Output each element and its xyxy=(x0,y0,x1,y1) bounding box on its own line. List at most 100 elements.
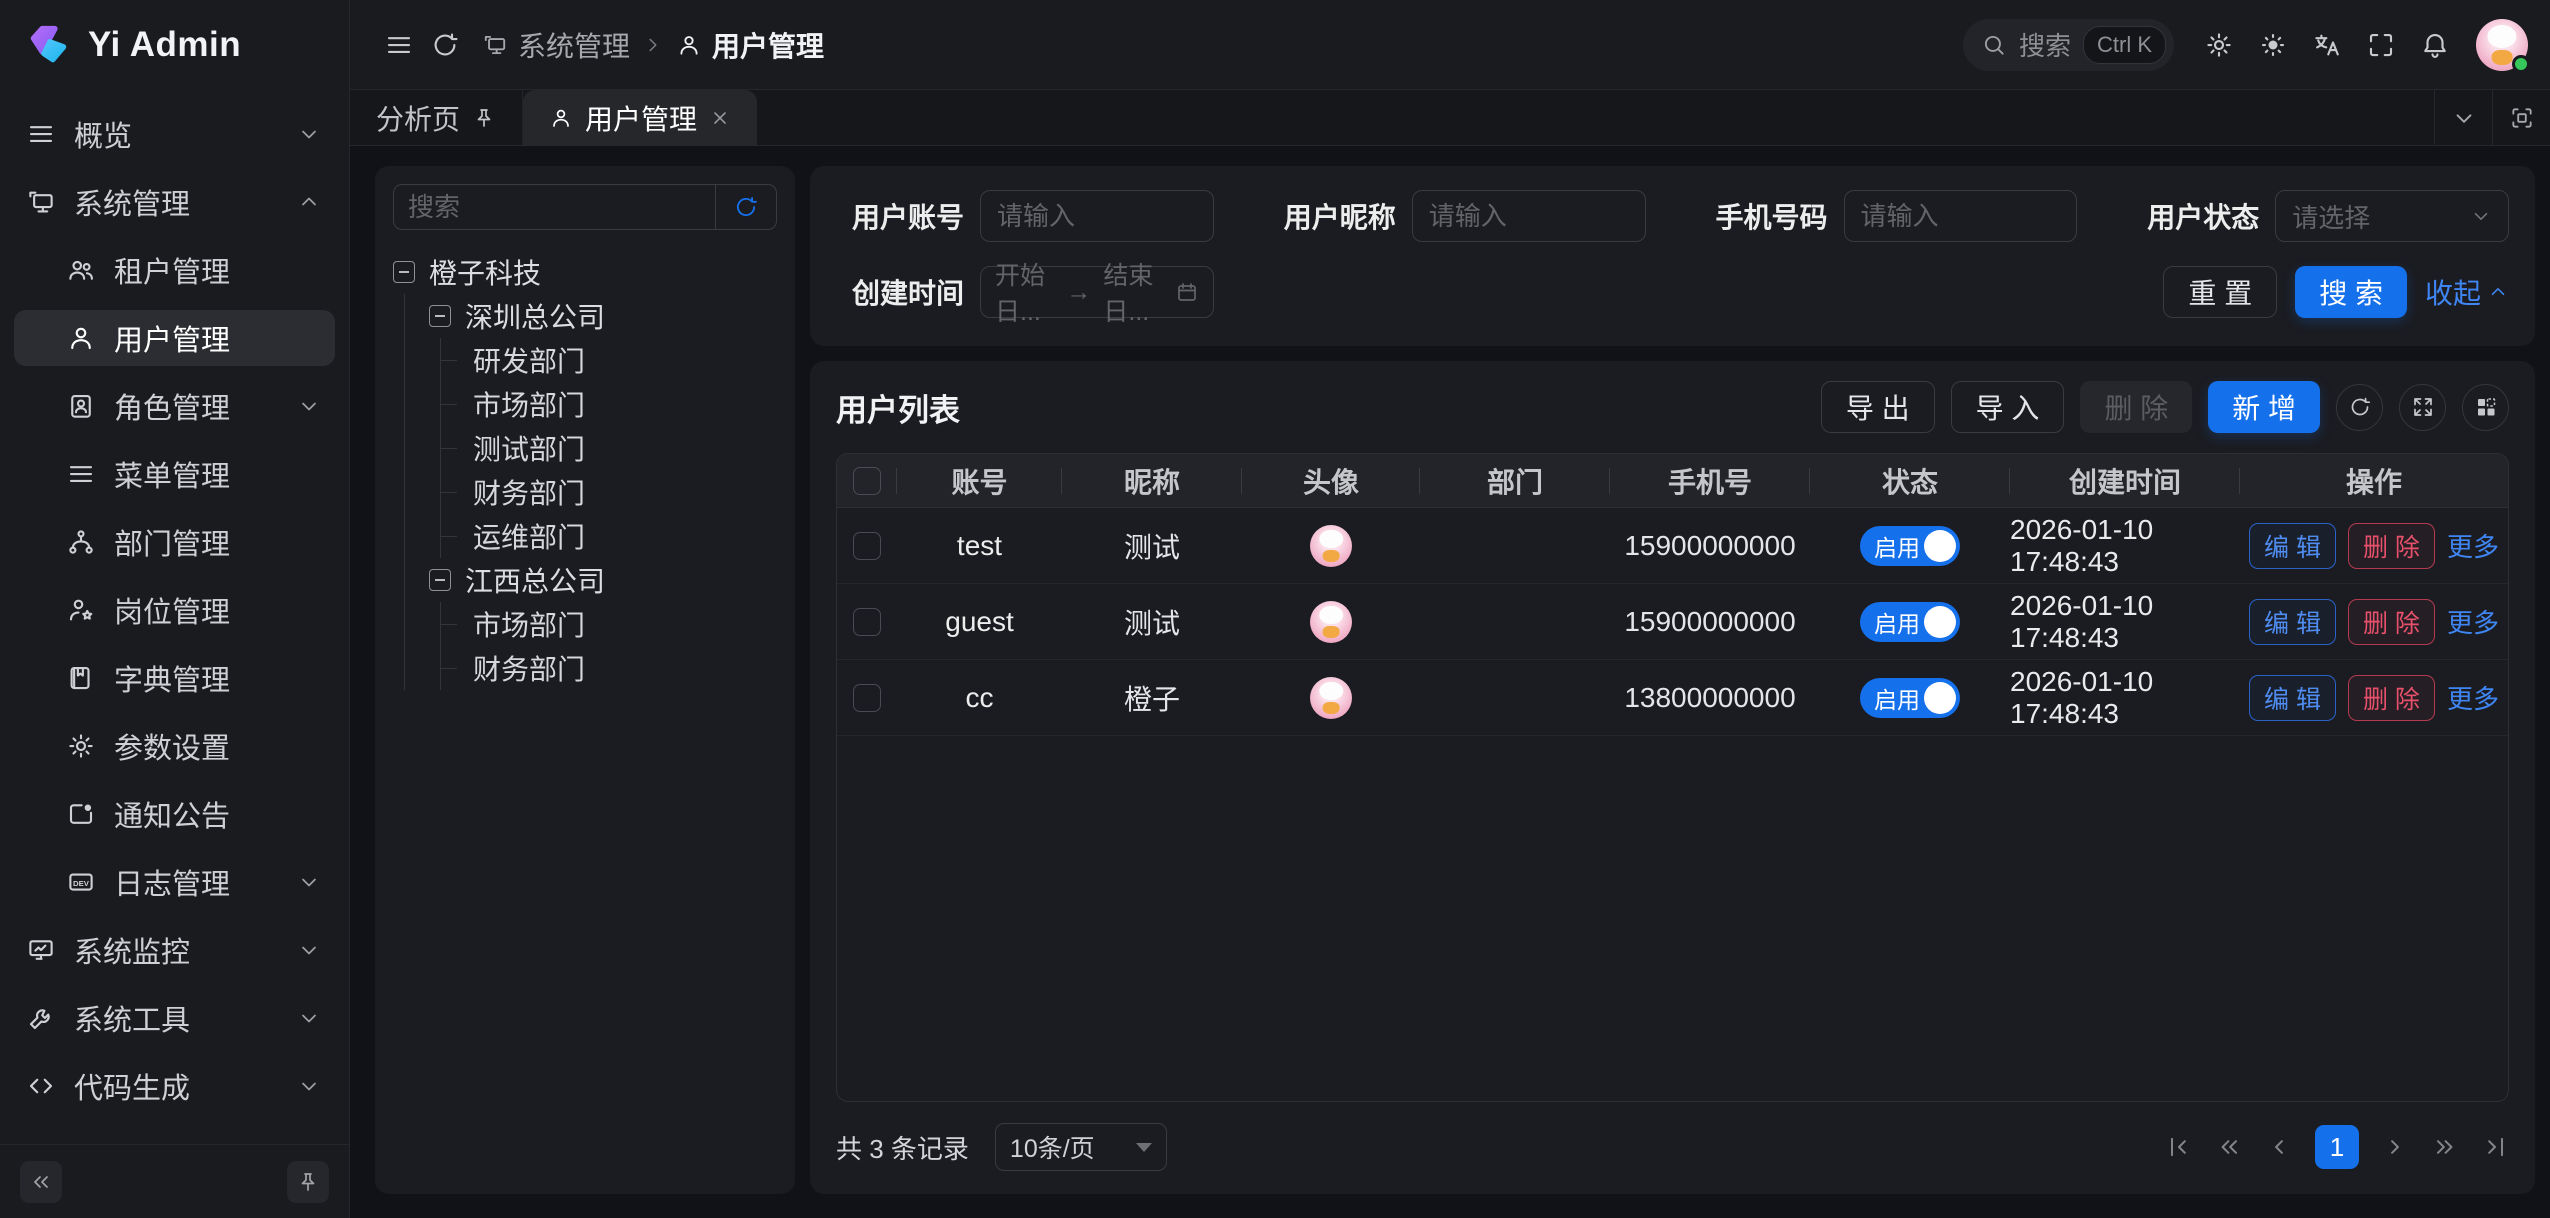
breadcrumb: 系统管理 用户管理 xyxy=(482,25,824,65)
chevron-up-icon xyxy=(297,190,321,214)
tab-analytics[interactable]: 分析页 xyxy=(350,90,523,145)
forward-five-pages-icon[interactable] xyxy=(2431,1133,2459,1161)
edit-button[interactable]: 编 辑 xyxy=(2249,599,2336,645)
svg-text:DEV: DEV xyxy=(73,879,90,888)
previous-page-icon[interactable] xyxy=(2265,1133,2293,1161)
row-delete-button[interactable]: 删 除 xyxy=(2348,599,2435,645)
double-chevron-left-icon xyxy=(29,1170,53,1194)
tree-node-root[interactable]: 橙子科技 xyxy=(393,250,777,294)
tree-node-department[interactable]: 市场部门 xyxy=(465,602,777,646)
maximize-content-button[interactable] xyxy=(2492,90,2550,145)
sidebar-item-parameters[interactable]: 参数设置 xyxy=(14,718,335,774)
chevron-down-icon xyxy=(297,938,321,962)
more-actions-link[interactable]: 更多 xyxy=(2447,603,2499,640)
expand-table-button[interactable] xyxy=(2399,384,2446,431)
tree-node-company[interactable]: 深圳总公司 xyxy=(429,294,777,338)
row-checkbox[interactable] xyxy=(853,684,881,712)
more-actions-link[interactable]: 更多 xyxy=(2447,679,2499,716)
last-page-icon[interactable] xyxy=(2481,1133,2509,1161)
sidebar-item-notices[interactable]: 通知公告 xyxy=(14,786,335,842)
toggle-knob xyxy=(1924,530,1956,562)
search-button[interactable]: 搜 索 xyxy=(2295,266,2407,318)
refresh-page-button[interactable] xyxy=(422,22,468,68)
collapse-filter-link[interactable]: 收起 xyxy=(2425,272,2509,312)
collapse-menu-button[interactable] xyxy=(376,22,422,68)
reset-button[interactable]: 重 置 xyxy=(2163,266,2277,318)
page-size-select[interactable]: 10条/页 xyxy=(995,1123,1167,1171)
add-button[interactable]: 新 增 xyxy=(2208,381,2320,433)
theme-toggle-button[interactable] xyxy=(2250,22,2296,68)
next-page-icon[interactable] xyxy=(2381,1133,2409,1161)
row-delete-button[interactable]: 删 除 xyxy=(2348,675,2435,721)
import-button[interactable]: 导 入 xyxy=(1951,381,2065,433)
edit-button[interactable]: 编 辑 xyxy=(2249,523,2336,569)
row-delete-button[interactable]: 删 除 xyxy=(2348,523,2435,569)
back-five-pages-icon[interactable] xyxy=(2215,1133,2243,1161)
date-range-picker[interactable]: 开始日... → 结束日... xyxy=(980,266,1214,318)
sidebar-item-tenant[interactable]: 租户管理 xyxy=(14,242,335,298)
tab-user-management[interactable]: 用户管理 xyxy=(523,90,757,145)
sidebar-item-monitoring[interactable]: 系统监控 xyxy=(14,922,335,978)
account-input[interactable] xyxy=(980,190,1214,242)
sidebar-item-menus[interactable]: 菜单管理 xyxy=(14,446,335,502)
first-page-icon[interactable] xyxy=(2165,1133,2193,1161)
table-header-row: 账号 昵称 头像 部门 手机号 状态 创建时间 操作 xyxy=(837,454,2508,508)
cell-phone: 15900000000 xyxy=(1610,606,1810,638)
page-number-active[interactable]: 1 xyxy=(2315,1125,2359,1169)
monitor-chart-icon xyxy=(26,935,56,965)
close-icon[interactable] xyxy=(709,107,731,129)
status-toggle[interactable]: 启用 xyxy=(1860,602,1960,642)
notifications-button[interactable] xyxy=(2412,22,2458,68)
row-checkbox[interactable] xyxy=(853,532,881,560)
sidebar-pin-button[interactable] xyxy=(287,1161,329,1203)
tab-controls xyxy=(2434,90,2550,145)
tab-list-dropdown-button[interactable] xyxy=(2434,90,2492,145)
status-toggle[interactable]: 启用 xyxy=(1860,678,1960,718)
pin-icon[interactable] xyxy=(472,106,496,130)
collapse-toggle-icon[interactable] xyxy=(429,569,451,591)
more-actions-link[interactable]: 更多 xyxy=(2447,527,2499,564)
settings-button[interactable] xyxy=(2196,22,2242,68)
status-select[interactable]: 请选择 xyxy=(2275,190,2509,242)
sidebar-item-tools[interactable]: 系统工具 xyxy=(14,990,335,1046)
tree-node-department[interactable]: 研发部门 xyxy=(465,338,777,382)
breadcrumb-parent[interactable]: 系统管理 xyxy=(482,25,630,65)
collapse-toggle-icon[interactable] xyxy=(393,261,415,283)
tree-refresh-button[interactable] xyxy=(715,184,777,230)
sidebar-item-departments[interactable]: 部门管理 xyxy=(14,514,335,570)
tree-node-department[interactable]: 市场部门 xyxy=(465,382,777,426)
sidebar-item-dictionary[interactable]: 字典管理 xyxy=(14,650,335,706)
row-checkbox[interactable] xyxy=(853,608,881,636)
tree-search-bar xyxy=(393,184,777,230)
fullscreen-button[interactable] xyxy=(2358,22,2404,68)
sidebar-item-posts[interactable]: 岗位管理 xyxy=(14,582,335,638)
column-header-status: 状态 xyxy=(1810,461,2010,501)
phone-input[interactable] xyxy=(1844,190,2078,242)
sidebar-item-system[interactable]: 系统管理 xyxy=(14,174,335,230)
sidebar-collapse-button[interactable] xyxy=(20,1161,62,1203)
sidebar-item-overview[interactable]: 概览 xyxy=(14,106,335,162)
sidebar-item-roles[interactable]: 角色管理 xyxy=(14,378,335,434)
collapse-toggle-icon[interactable] xyxy=(429,305,451,327)
nickname-input[interactable] xyxy=(1412,190,1646,242)
select-all-checkbox[interactable] xyxy=(853,467,881,495)
column-settings-button[interactable] xyxy=(2462,384,2509,431)
sidebar-item-users[interactable]: 用户管理 xyxy=(14,310,335,366)
tree-node-department[interactable]: 财务部门 xyxy=(465,646,777,690)
cell-phone: 13800000000 xyxy=(1610,682,1810,714)
tree-node-department[interactable]: 运维部门 xyxy=(465,514,777,558)
tree-search-input[interactable] xyxy=(393,184,715,230)
status-toggle[interactable]: 启用 xyxy=(1860,526,1960,566)
language-button[interactable] xyxy=(2304,22,2350,68)
user-avatar[interactable] xyxy=(2476,19,2528,71)
delete-button[interactable]: 删 除 xyxy=(2080,381,2192,433)
sidebar-item-logs[interactable]: DEV 日志管理 xyxy=(14,854,335,910)
tree-node-department[interactable]: 测试部门 xyxy=(465,426,777,470)
edit-button[interactable]: 编 辑 xyxy=(2249,675,2336,721)
global-search[interactable]: 搜索 Ctrl K xyxy=(1963,19,2174,71)
sidebar-item-codegen[interactable]: 代码生成 xyxy=(14,1058,335,1114)
tree-node-department[interactable]: 财务部门 xyxy=(465,470,777,514)
refresh-table-button[interactable] xyxy=(2336,384,2383,431)
export-button[interactable]: 导 出 xyxy=(1821,381,1935,433)
tree-node-company[interactable]: 江西总公司 xyxy=(429,558,777,602)
